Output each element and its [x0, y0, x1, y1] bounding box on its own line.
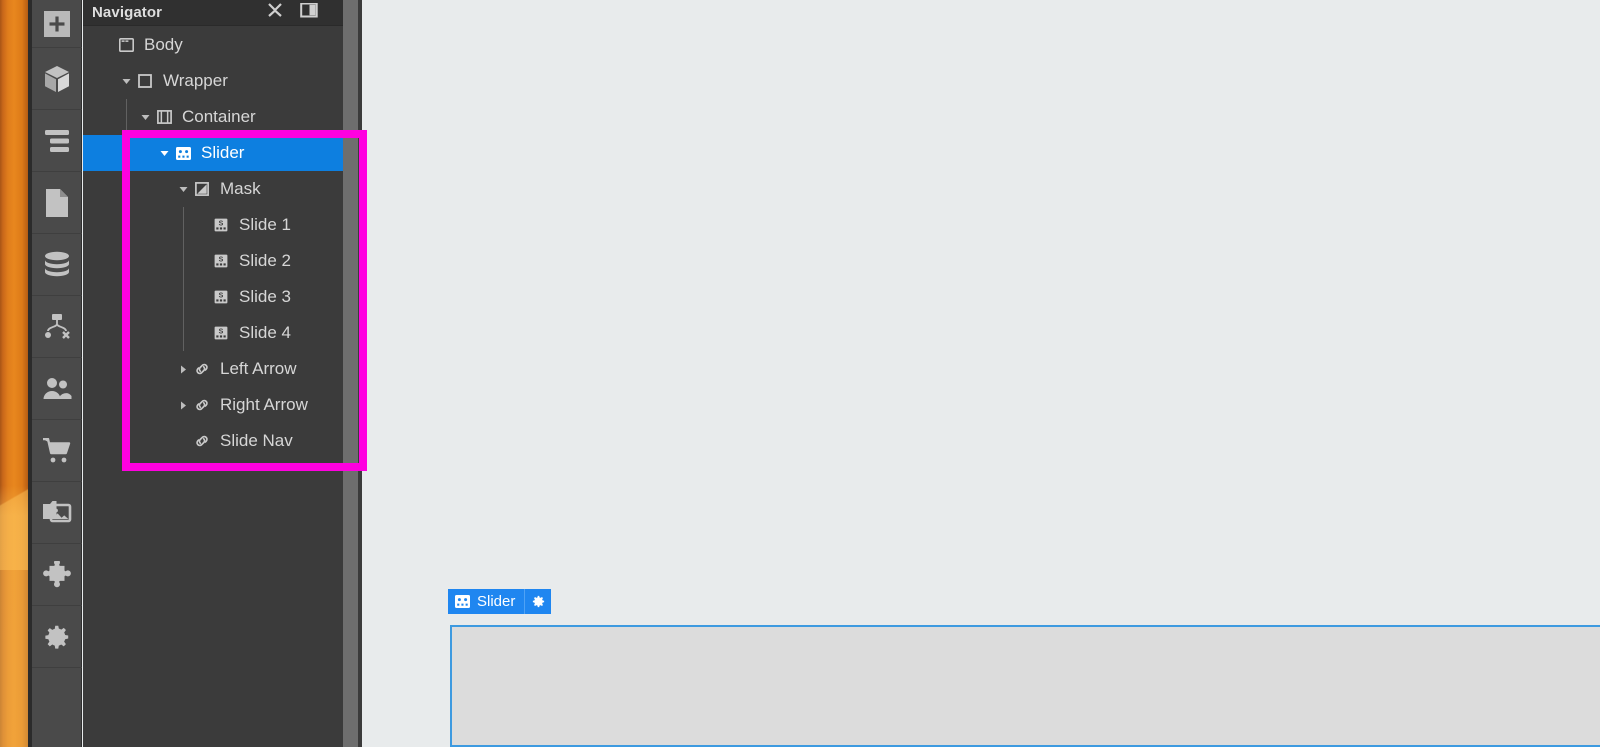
navigator-header: Navigator — [83, 0, 358, 26]
tree-item-label: Slide 1 — [239, 215, 291, 234]
slide-icon: S — [210, 243, 232, 279]
container-icon — [153, 99, 175, 135]
chevron-down-icon[interactable] — [138, 99, 153, 135]
tree-item-slide-2[interactable]: S Slide 2 — [83, 243, 343, 279]
tree-item-label: Container — [182, 107, 256, 126]
tree-item-right-arrow[interactable]: Right Arrow — [83, 387, 343, 423]
rail-diagonal-highlight — [0, 430, 28, 570]
slide-icon: S — [210, 207, 232, 243]
add-element-button[interactable] — [32, 0, 82, 48]
gear-icon — [532, 595, 544, 608]
images-icon — [42, 500, 72, 526]
ecommerce-button[interactable] — [32, 420, 82, 482]
tree-item-label: Slide Nav — [220, 431, 293, 450]
users-icon — [42, 377, 72, 401]
link-icon — [191, 423, 213, 459]
navigator-scrollbar[interactable] — [343, 0, 358, 747]
cms-button[interactable] — [32, 234, 82, 296]
tree-item-label: Slider — [201, 143, 245, 162]
assets-button[interactable] — [32, 482, 82, 544]
page-icon — [44, 188, 70, 218]
cube-icon — [42, 64, 72, 94]
tree-item-label: Slide 3 — [239, 287, 291, 306]
tree-item-container[interactable]: Container — [83, 99, 343, 135]
svg-text:S: S — [219, 256, 224, 263]
badge-settings-button[interactable] — [525, 589, 552, 614]
logic-button[interactable] — [32, 296, 82, 358]
settings-button[interactable] — [32, 606, 82, 668]
tree-item-label: Wrapper — [163, 71, 228, 90]
rail-sheen — [0, 0, 28, 747]
chevron-down-icon[interactable] — [176, 171, 191, 207]
tree-item-body[interactable]: Body — [83, 27, 343, 63]
tree-item-label: Right Arrow — [220, 395, 308, 414]
tree-item-slide-4[interactable]: S Slide 4 — [83, 315, 343, 351]
gear-icon — [43, 623, 71, 651]
puzzle-icon — [43, 560, 71, 589]
shopping-cart-icon — [42, 437, 72, 464]
plus-icon — [44, 10, 70, 37]
navigator-panel: Navigator Body Wrapper Container Slider Mask… — [83, 0, 358, 747]
brand-accent-rail — [0, 0, 28, 747]
left-toolbar — [32, 0, 82, 747]
tree-item-label: Mask — [220, 179, 261, 198]
tree-item-mask[interactable]: Mask — [83, 171, 343, 207]
chevron-right-icon[interactable] — [176, 387, 191, 423]
link-icon — [191, 351, 213, 387]
tree-item-wrapper[interactable]: Wrapper — [83, 63, 343, 99]
svg-text:S: S — [219, 328, 224, 335]
tree-item-label: Body — [144, 35, 183, 54]
users-button[interactable] — [32, 358, 82, 420]
tree-guide-wrapper — [126, 99, 127, 135]
panel-toggle-icon[interactable] — [300, 3, 318, 23]
webflow-designer: Navigator Body Wrapper Container Slider Mask… — [0, 0, 1600, 747]
svg-text:S: S — [219, 220, 224, 227]
link-icon — [191, 387, 213, 423]
chevron-down-icon[interactable] — [157, 135, 172, 171]
design-canvas[interactable]: Slider — [362, 0, 1600, 747]
chevron-down-icon[interactable] — [119, 63, 134, 99]
badge-label: Slider — [477, 592, 516, 610]
tree-item-label: Slide 2 — [239, 251, 291, 270]
logic-flow-icon — [42, 313, 72, 341]
mask-icon — [191, 171, 213, 207]
slide-icon: S — [210, 279, 232, 315]
selected-element-badge: Slider — [448, 589, 552, 614]
div-block-icon — [134, 63, 156, 99]
components-button[interactable] — [32, 48, 82, 110]
tree-item-slide-1[interactable]: S Slide 1 — [83, 207, 343, 243]
body-icon — [115, 27, 137, 63]
slider-element-outline[interactable] — [450, 625, 1600, 747]
tree-item-slider[interactable]: Slider — [83, 135, 343, 171]
svg-text:S: S — [219, 292, 224, 299]
navigator-button[interactable] — [32, 110, 82, 172]
tree-item-label: Slide 4 — [239, 323, 291, 342]
badge-label-button[interactable]: Slider — [448, 589, 525, 614]
slider-icon — [172, 135, 194, 171]
tree-item-label: Left Arrow — [220, 359, 297, 378]
slider-icon — [455, 595, 470, 608]
apps-button[interactable] — [32, 544, 82, 606]
layers-list-icon — [42, 128, 72, 154]
database-icon — [42, 251, 72, 279]
element-tree: Body Wrapper Container Slider Mask S Slide 1SS… — [83, 27, 343, 459]
tree-guide-mask — [183, 207, 184, 351]
tree-item-slide-nav[interactable]: Slide Nav — [83, 423, 343, 459]
tree-item-left-arrow[interactable]: Left Arrow — [83, 351, 343, 387]
tree-item-slide-3[interactable]: S Slide 3 — [83, 279, 343, 315]
slide-icon: S — [210, 315, 232, 351]
collapse-all-icon[interactable] — [266, 3, 284, 23]
pages-button[interactable] — [32, 172, 82, 234]
chevron-right-icon[interactable] — [176, 351, 191, 387]
page-title: Navigator — [92, 3, 163, 21]
navigator-header-actions — [266, 0, 318, 26]
